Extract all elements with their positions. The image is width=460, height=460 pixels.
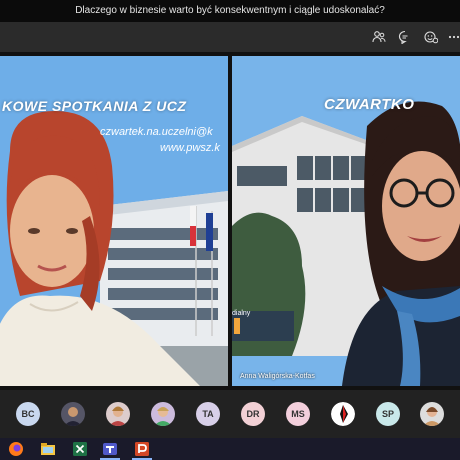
participant-avatar[interactable]: DR	[241, 402, 265, 426]
reactions-icon[interactable]	[424, 30, 438, 44]
participant-avatar[interactable]: TA	[196, 402, 220, 426]
participant-avatar[interactable]: SP	[376, 402, 400, 426]
participant-avatar[interactable]	[151, 402, 175, 426]
participant-avatar[interactable]	[420, 402, 444, 426]
video-stage: KOWE SPOTKANIA Z UCZ czwartek.na.uczelni…	[0, 52, 460, 390]
teams-icon[interactable]	[102, 441, 118, 457]
meeting-toolbar	[0, 22, 460, 52]
participant-logo	[331, 402, 355, 426]
background-text-fragment: dialny	[232, 310, 251, 317]
window-title-bar: Dlaczego w biznesie warto być konsekwent…	[0, 0, 460, 22]
background-banner-heading: KOWE SPOTKANIA Z UCZ	[2, 98, 187, 114]
background-banner-website: www.pwsz.k	[160, 142, 220, 154]
participant-photo	[151, 402, 175, 426]
participant-avatar[interactable]	[61, 402, 85, 426]
video-tile-right[interactable]: CZWARTKO dialny Anna Waligórska-Kotfas	[232, 56, 460, 386]
participant-avatar[interactable]	[106, 402, 130, 426]
meeting-title: Dlaczego w biznesie warto być konsekwent…	[75, 5, 385, 16]
participant-photo	[61, 402, 85, 426]
participant-strip: BC TA DR MS SP	[0, 390, 460, 438]
participant-photo	[106, 402, 130, 426]
background-banner-heading-right: CZWARTKO	[324, 96, 415, 113]
powerpoint-icon[interactable]	[134, 441, 150, 457]
chat-icon[interactable]	[398, 30, 412, 44]
firefox-icon[interactable]	[8, 441, 24, 457]
excel-icon[interactable]	[72, 441, 88, 457]
people-icon[interactable]	[372, 30, 386, 44]
participant-photo	[420, 402, 444, 426]
participant-avatar[interactable]: BC	[16, 402, 40, 426]
participant-avatar[interactable]: MS	[286, 402, 310, 426]
video-tile-left[interactable]: KOWE SPOTKANIA Z UCZ czwartek.na.uczelni…	[0, 56, 228, 386]
file-explorer-icon[interactable]	[40, 441, 56, 457]
participant-avatar[interactable]	[331, 402, 355, 426]
windows-taskbar	[0, 438, 460, 460]
background-banner-email: czwartek.na.uczelni@k	[100, 126, 213, 138]
participant-name-tag: Anna Waligórska-Kotfas	[240, 373, 315, 380]
more-options-icon[interactable]	[448, 30, 460, 44]
